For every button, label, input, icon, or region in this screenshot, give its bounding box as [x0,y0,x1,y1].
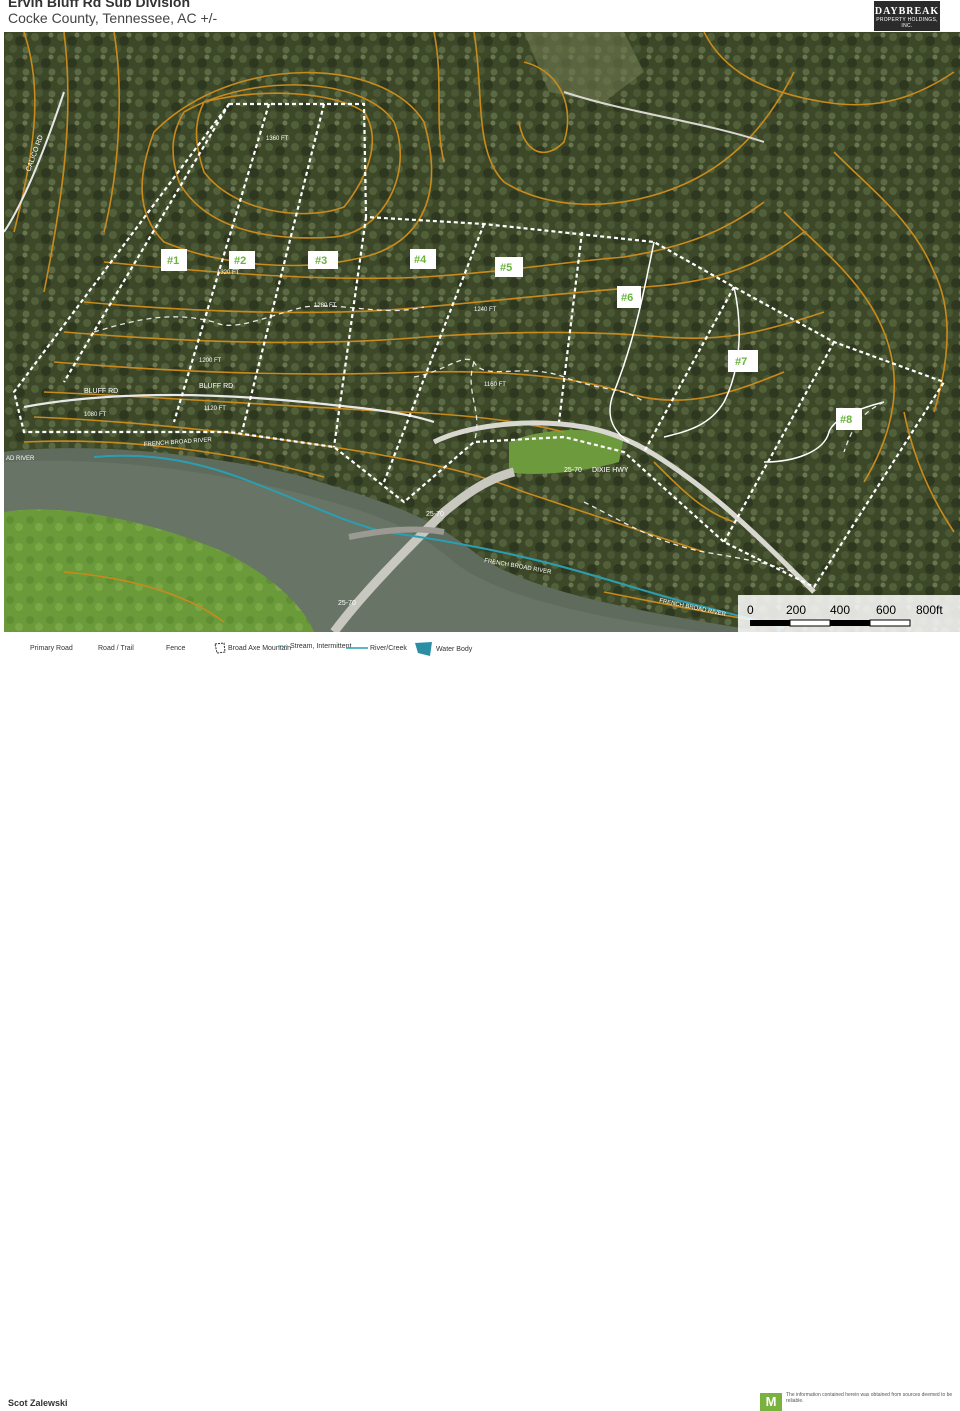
contour-label: 1160 FT [484,382,506,388]
route-label: 25-70 [426,511,444,518]
disclaimer-text: The information contained herein was obt… [786,1392,953,1404]
scale-tick: 200 [786,603,806,617]
lot-label-5: #5 [500,262,512,274]
logo-sub-text: PROPERTY HOLDINGS, INC. [876,17,938,29]
contour-label: 1320 FT [217,270,240,276]
legend-road-trail: Road / Trail [98,645,134,652]
legend-water-body: Water Body [414,641,472,657]
scale-tick: 400 [830,603,850,617]
legend-primary-road: Primary Road [30,645,73,652]
contour-label: 1360 FT [266,136,289,142]
water-body-icon [415,642,432,656]
logo-main-text: DAYBREAK [874,6,940,17]
legend-boundary: Broad Axe Mountain [214,642,291,654]
legend-fence: Fence [166,645,186,652]
map-legend: Primary Road Road / Trail Fence Broad Ax… [0,636,960,676]
lot-label-7: #7 [735,356,747,368]
river-label: AD RIVER [6,456,35,462]
lot-label-1: #1 [167,255,179,267]
map-title: Ervin Bluff Rd Sub Division [8,0,191,10]
contour-label: 1120 FT [204,406,226,412]
lot-label-2: #2 [234,255,246,267]
lot-label-8: #8 [840,414,852,426]
contour-label: 1080 FT [84,412,107,418]
legend-river-creek: River/Creek [346,645,407,652]
route-label: 25-70 [564,467,582,474]
route-label: 25-70 [338,600,356,607]
road-label: DIXIE HWY [592,467,629,474]
agent-name: Scot Zalewski [8,1398,68,1408]
header: Ervin Bluff Rd Sub Division Cocke County… [0,0,960,32]
contour-label: 1200 FT [199,358,222,364]
footer: Scot Zalewski M The information containe… [0,690,960,1411]
lot-label-3: #3 [315,255,327,267]
river-creek-icon [346,647,368,649]
lot-label-6: #6 [621,292,633,304]
map-canvas[interactable]: 1360 FT 1320 FT 1280 FT 1240 FT 1200 FT … [4,32,960,632]
lot-label-4: #4 [414,254,427,266]
aerial-map[interactable]: 1360 FT 1320 FT 1280 FT 1240 FT 1200 FT … [4,32,960,632]
daybreak-logo: DAYBREAK PROPERTY HOLDINGS, INC. [874,1,940,31]
contour-label: 1240 FT [474,307,497,313]
scale-tick: 0 [747,603,754,617]
mapright-logo: M [760,1393,782,1411]
road-label: BLUFF RD [84,388,118,395]
road-label: BLUFF RD [199,383,233,390]
map-subtitle: Cocke County, Tennessee, AC +/- [8,10,218,26]
legend-stream: Stream, Intermittent [278,642,351,650]
boundary-icon [214,642,226,654]
scale-tick: 800ft [916,603,943,617]
stream-icon [278,645,288,647]
scale-bar: 0 200 400 600 800ft [738,595,960,632]
scale-tick: 600 [876,603,896,617]
